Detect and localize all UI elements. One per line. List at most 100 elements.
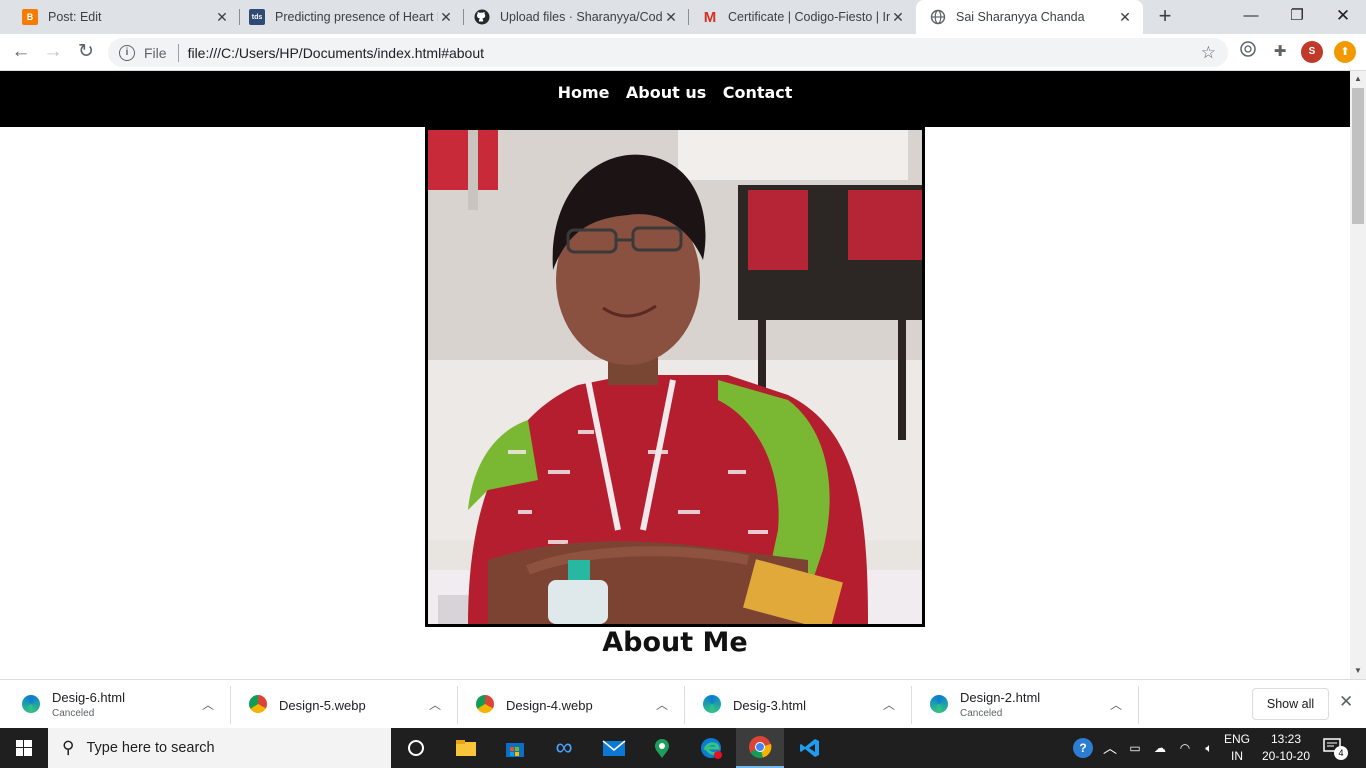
restore-button[interactable]: ❐ bbox=[1274, 0, 1320, 34]
url-text[interactable]: file:///C:/Users/HP/Documents/index.html… bbox=[188, 45, 484, 61]
puzzle-icon[interactable]: ✚ bbox=[1268, 40, 1292, 64]
scroll-down-icon[interactable]: ▼ bbox=[1350, 663, 1366, 679]
region-code: IN bbox=[1231, 749, 1243, 763]
address-bar[interactable]: i File file:///C:/Users/HP/Documents/ind… bbox=[108, 38, 1228, 67]
download-name: Design-5.webp bbox=[279, 698, 366, 713]
tab-predicting-heart[interactable]: tds Predicting presence of Heart D ✕ bbox=[235, 0, 464, 34]
battery-icon[interactable]: ▭ bbox=[1124, 728, 1146, 768]
new-tab-button[interactable]: + bbox=[1153, 5, 1177, 29]
blogger-icon: B bbox=[22, 9, 38, 25]
close-icon[interactable]: ✕ bbox=[1339, 692, 1353, 712]
language-indicator[interactable]: ENG IN bbox=[1222, 728, 1252, 768]
extension-icon[interactable] bbox=[1236, 40, 1260, 64]
chevron-up-icon[interactable]: ︿ bbox=[883, 696, 895, 713]
tab-sai-sharanyya[interactable]: Sai Sharanyya Chanda ✕ bbox=[916, 0, 1143, 34]
profile-photo bbox=[425, 127, 925, 627]
language-code: ENG bbox=[1223, 732, 1250, 746]
file-explorer-icon[interactable] bbox=[442, 728, 490, 768]
download-status: Canceled bbox=[52, 708, 95, 719]
nav-contact-link[interactable]: Contact bbox=[723, 83, 793, 102]
site-navbar: Home About us Contact bbox=[0, 71, 1350, 127]
taskbar-search[interactable]: ⚲ Type here to search bbox=[48, 728, 391, 768]
chrome-icon bbox=[476, 695, 494, 713]
task-view-button[interactable] bbox=[392, 728, 440, 768]
download-name: Desig-3.html bbox=[733, 698, 806, 713]
clock-time: 13:23 bbox=[1270, 732, 1302, 746]
tab-strip: B Post: Edit ✕ tds Predicting presence o… bbox=[0, 0, 1366, 34]
edge-icon bbox=[930, 695, 948, 713]
minimize-button[interactable]: — bbox=[1228, 0, 1274, 34]
forward-button[interactable]: → bbox=[39, 38, 67, 66]
wifi-icon[interactable]: ◠ bbox=[1174, 728, 1196, 768]
store-icon[interactable] bbox=[491, 728, 539, 768]
chrome-icon[interactable] bbox=[736, 728, 784, 768]
vscode-icon[interactable] bbox=[786, 728, 834, 768]
chevron-up-icon[interactable]: ︿ bbox=[429, 696, 441, 713]
nav-about-link[interactable]: About us bbox=[626, 83, 706, 102]
download-name: Design-4.webp bbox=[506, 698, 593, 713]
start-button[interactable] bbox=[0, 728, 48, 768]
info-icon[interactable]: i bbox=[119, 44, 135, 61]
download-item[interactable]: Desig-6.html Canceled ︿ bbox=[4, 686, 231, 724]
browser-toolbar: ← → ↻ i File file:///C:/Users/HP/Documen… bbox=[0, 34, 1366, 71]
chevron-up-icon[interactable]: ︿ bbox=[1100, 728, 1120, 768]
windows-icon bbox=[16, 740, 32, 756]
maps-icon[interactable] bbox=[638, 728, 686, 768]
github-icon bbox=[474, 9, 490, 25]
cloud-error-icon[interactable]: ☁ bbox=[1148, 728, 1172, 768]
reload-button[interactable]: ↻ bbox=[72, 38, 100, 66]
scheme-label: File bbox=[144, 44, 167, 61]
close-icon[interactable]: ✕ bbox=[663, 9, 679, 25]
close-icon[interactable]: ✕ bbox=[438, 9, 454, 25]
scroll-thumb[interactable] bbox=[1352, 88, 1364, 224]
tab-title: Certificate | Codigo-Fiesto | Int bbox=[728, 10, 890, 24]
close-window-button[interactable]: ✕ bbox=[1320, 0, 1366, 34]
chevron-up-icon[interactable]: ︿ bbox=[202, 696, 214, 713]
tab-post-edit[interactable]: B Post: Edit ✕ bbox=[8, 0, 240, 34]
avatar[interactable]: S bbox=[1301, 41, 1323, 63]
chrome-icon bbox=[249, 695, 267, 713]
close-icon[interactable]: ✕ bbox=[214, 9, 230, 25]
page-scrollbar[interactable]: ▲ ▼ bbox=[1350, 71, 1366, 679]
search-placeholder: Type here to search bbox=[86, 740, 215, 756]
edge-icon[interactable] bbox=[687, 728, 735, 768]
tab-title: Sai Sharanyya Chanda bbox=[956, 10, 1085, 24]
gmail-icon: M bbox=[703, 8, 717, 26]
chevron-up-icon[interactable]: ︿ bbox=[656, 696, 668, 713]
back-button[interactable]: ← bbox=[7, 38, 35, 66]
tab-certificate[interactable]: M Certificate | Codigo-Fiesto | Int ✕ bbox=[688, 0, 916, 34]
download-name: Design-2.html bbox=[960, 690, 1041, 705]
globe-icon bbox=[930, 9, 946, 25]
chevron-up-icon[interactable]: ︿ bbox=[1110, 696, 1122, 713]
download-item[interactable]: Design-4.webp ︿ bbox=[458, 686, 685, 724]
about-heading: About Me bbox=[602, 627, 748, 658]
close-icon[interactable]: ✕ bbox=[890, 9, 906, 25]
download-item[interactable]: Design-5.webp ︿ bbox=[231, 686, 458, 724]
show-all-button[interactable]: Show all bbox=[1252, 688, 1329, 720]
clock-date: 20-10-20 bbox=[1261, 749, 1311, 763]
download-status: Canceled bbox=[960, 708, 1003, 719]
tab-upload-files[interactable]: Upload files · Sharanyya/Codig ✕ bbox=[460, 0, 689, 34]
notification-badge: 4 bbox=[1334, 746, 1348, 760]
help-icon[interactable]: ? bbox=[1070, 728, 1096, 768]
windows-taskbar: ⚲ Type here to search ∞ ? ︿ ▭ ☁ ◠ 🔈︎ ENG… bbox=[0, 728, 1366, 768]
tds-icon: tds bbox=[249, 9, 265, 25]
update-icon[interactable]: ⬆ bbox=[1334, 41, 1356, 63]
edge-icon bbox=[22, 695, 40, 713]
bookmark-star-icon[interactable]: ☆ bbox=[1201, 43, 1216, 63]
download-item[interactable]: Design-2.html Canceled ︿ bbox=[912, 686, 1139, 724]
tab-title: Upload files · Sharanyya/Codig bbox=[500, 10, 663, 24]
action-center-button[interactable]: 4 bbox=[1322, 736, 1348, 760]
edge-icon bbox=[703, 695, 721, 713]
nav-home-link[interactable]: Home bbox=[558, 83, 610, 102]
download-name: Desig-6.html bbox=[52, 690, 125, 705]
close-icon[interactable]: ✕ bbox=[1117, 9, 1133, 25]
system-clock[interactable]: 13:23 20-10-20 bbox=[1253, 731, 1319, 765]
mail-icon[interactable] bbox=[590, 728, 638, 768]
infinity-app-icon[interactable]: ∞ bbox=[540, 728, 588, 768]
scroll-up-icon[interactable]: ▲ bbox=[1350, 71, 1366, 87]
page-viewport: Home About us Contact About Me bbox=[0, 71, 1350, 679]
volume-icon[interactable]: 🔈︎ bbox=[1198, 728, 1220, 768]
download-item[interactable]: Desig-3.html ︿ bbox=[685, 686, 912, 724]
search-icon: ⚲ bbox=[62, 738, 75, 757]
